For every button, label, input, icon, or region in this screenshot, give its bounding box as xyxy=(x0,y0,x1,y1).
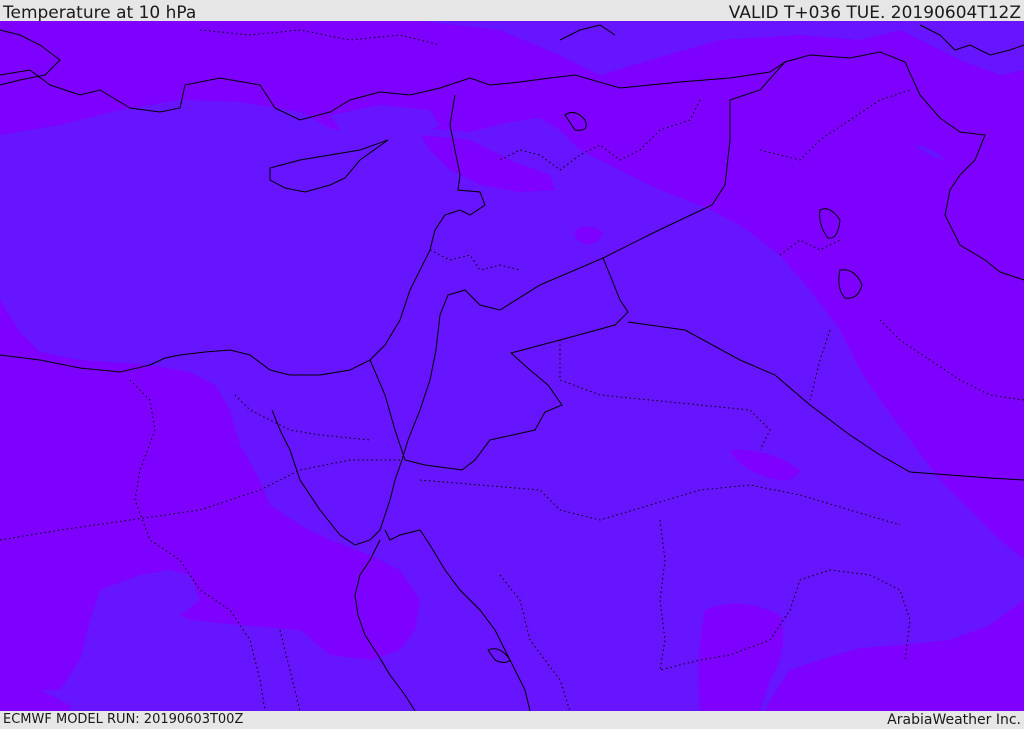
model-run-label: ECMWF MODEL RUN: 20190603T00Z xyxy=(3,712,244,727)
map-canvas xyxy=(0,21,1024,711)
temperature-map[interactable] xyxy=(0,21,1024,711)
valid-time: VALID T+036 TUE. 20190604T12Z xyxy=(728,3,1021,23)
brand-label: ArabiaWeather Inc. xyxy=(887,712,1021,728)
map-title: Temperature at 10 hPa xyxy=(3,3,197,23)
map-header: Temperature at 10 hPa VALID T+036 TUE. 2… xyxy=(0,0,1024,23)
map-footer: ECMWF MODEL RUN: 20190603T00Z ArabiaWeat… xyxy=(0,711,1024,729)
